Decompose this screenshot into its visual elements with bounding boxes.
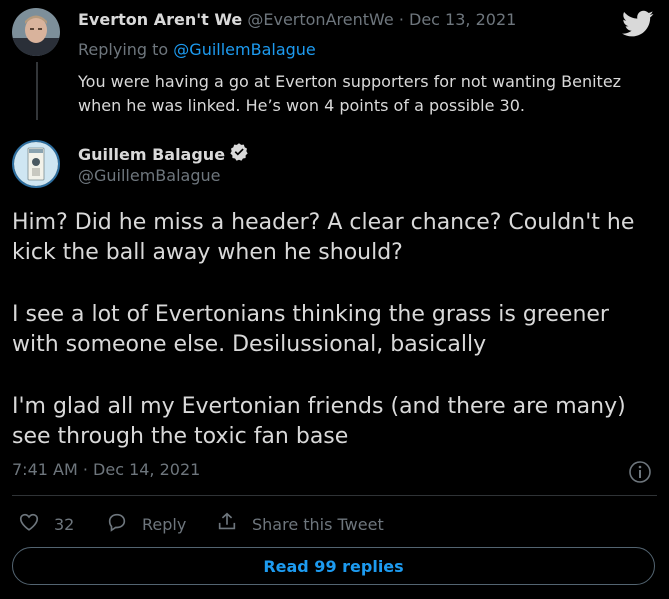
replying-to-line: Replying to @GuillemBalague (78, 40, 316, 59)
share-icon[interactable] (216, 511, 238, 537)
twitter-bird-icon[interactable] (622, 10, 654, 38)
avatar-everton-arent-we[interactable] (12, 8, 60, 56)
read-replies-button[interactable]: Read 99 replies (12, 547, 655, 585)
reply-tweet-text: You were having a go at Everton supporte… (78, 72, 622, 115)
tweet-paragraph: I'm glad all my Evertonian friends (and … (12, 394, 626, 449)
like-action[interactable]: 32 (18, 511, 74, 537)
reply-date[interactable]: Dec 13, 2021 (409, 10, 516, 29)
reply-author-handle[interactable]: @EvertonArentWe (247, 10, 393, 29)
main-tweet-text: Him? Did he miss a header? A clear chanc… (12, 208, 662, 452)
thread-connector-line (36, 62, 38, 120)
tweet-paragraph: I see a lot of Evertonians thinking the … (12, 302, 609, 357)
avatar-guillem-balague[interactable] (12, 140, 60, 188)
main-author-name[interactable]: Guillem Balague (78, 145, 225, 164)
verified-badge-icon (229, 142, 249, 166)
share-label: Share this Tweet (252, 514, 384, 534)
info-icon[interactable] (628, 460, 652, 484)
tweet-paragraph: Him? Did he miss a header? A clear chanc… (12, 210, 635, 265)
reply-label: Reply (142, 514, 187, 534)
separator-dot: · (398, 10, 404, 29)
reply-author-name[interactable]: Everton Aren't We (78, 10, 242, 29)
replying-to-handle[interactable]: @GuillemBalague (173, 40, 315, 59)
like-count: 32 (54, 514, 75, 534)
main-author-handle[interactable]: @GuillemBalague (78, 166, 220, 185)
main-author-row: Guillem Balague (78, 142, 249, 166)
replying-to-label: Replying to (78, 40, 169, 59)
divider (12, 495, 657, 496)
share-action[interactable]: Share this Tweet (216, 511, 384, 537)
heart-icon[interactable] (18, 511, 40, 537)
tweet-timestamp[interactable]: 7:41 AM · Dec 14, 2021 (12, 460, 200, 479)
reply-action[interactable]: Reply (106, 511, 186, 537)
reply-bubble-icon[interactable] (106, 511, 128, 537)
reply-tweet-header: Everton Aren't We @EvertonArentWe · Dec … (78, 10, 516, 29)
